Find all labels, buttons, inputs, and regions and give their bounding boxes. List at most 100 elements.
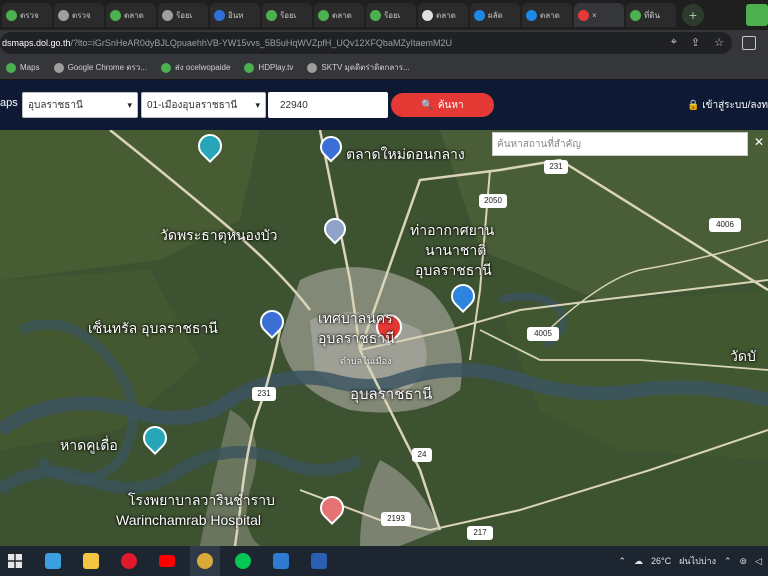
browser-tab[interactable]: ตรวจ bbox=[2, 3, 52, 27]
bookmark-label: HDPlay.tv bbox=[258, 63, 294, 72]
site-brand: aps bbox=[0, 97, 18, 109]
search-icon: 🔍 bbox=[421, 99, 434, 111]
bookmarks-bar: Maps Google Chrome ตรว... ส่ง ocelwopaide H… bbox=[0, 56, 768, 80]
place-label: ตลาดใหม่ดอนกลาง bbox=[346, 146, 465, 162]
bookmark-label: Maps bbox=[20, 63, 40, 72]
login-link[interactable]: 🔒 เข้าสู่ระบบ/ลงท bbox=[687, 98, 768, 113]
bookmark-label: ส่ง ocelwopaide bbox=[174, 63, 231, 72]
extension-tab-button[interactable] bbox=[746, 4, 768, 26]
postcode-input[interactable]: 22940 bbox=[268, 92, 388, 118]
browser-tab[interactable]: ตรวจ bbox=[54, 3, 104, 27]
tab-favicon-icon bbox=[266, 9, 277, 21]
search-button[interactable]: 🔍 ค้นหา bbox=[391, 93, 494, 117]
postcode-value: 22940 bbox=[280, 99, 308, 111]
tab-favicon-icon bbox=[110, 9, 121, 21]
word-icon[interactable] bbox=[304, 546, 334, 576]
browser-tab[interactable]: ตลาด bbox=[522, 3, 572, 27]
tab-favicon-icon bbox=[318, 9, 329, 21]
browser-tab[interactable]: ผลัด bbox=[470, 3, 520, 27]
bookmark-item[interactable]: HDPlay.tv bbox=[244, 62, 294, 73]
widgets-icon[interactable] bbox=[38, 546, 68, 576]
chevron-down-icon: ▾ bbox=[127, 100, 132, 110]
browser-tab[interactable]: ตลาด bbox=[106, 3, 156, 27]
start-icon[interactable] bbox=[0, 546, 30, 576]
youtube-icon[interactable] bbox=[152, 546, 182, 576]
tab-label: ตรวจ bbox=[20, 10, 39, 20]
province-select[interactable]: อุบลราชธานี ▾ bbox=[22, 92, 138, 118]
browser-tab[interactable]: ร้อยเ bbox=[262, 3, 312, 27]
weather-text: ฝนไปบ่าง bbox=[679, 556, 716, 566]
chevron-up-icon[interactable]: ⌃ bbox=[619, 556, 627, 567]
place-label: เซ็นทรัล อุบลราชธานี bbox=[88, 320, 218, 336]
tab-label: ตลาด bbox=[124, 10, 144, 20]
tab-favicon-icon bbox=[474, 9, 485, 21]
location-icon[interactable]: ⌖ bbox=[671, 36, 677, 49]
weather-icon[interactable]: ☁ bbox=[634, 556, 643, 567]
bookmark-star-icon[interactable]: ☆ bbox=[714, 36, 724, 49]
tab-label: อินท bbox=[228, 10, 244, 20]
chrome-icon[interactable] bbox=[190, 546, 220, 576]
place-label: Warinchamrab Hospital bbox=[116, 512, 261, 528]
extensions-icon[interactable] bbox=[742, 36, 756, 50]
tab-label: ตลาด bbox=[332, 10, 352, 20]
bookmark-label: Google Chrome ตรว... bbox=[67, 63, 147, 72]
line-icon[interactable] bbox=[228, 546, 258, 576]
tab-label: ตรวจ bbox=[72, 10, 91, 20]
bookmark-label: SKTV มุดดิตร่าดิตกลาร... bbox=[321, 63, 410, 72]
tab-favicon-icon bbox=[58, 9, 69, 21]
bookmark-item[interactable]: Google Chrome ตรว... bbox=[53, 61, 147, 74]
opera-icon[interactable] bbox=[114, 546, 144, 576]
photos-icon[interactable] bbox=[266, 546, 296, 576]
browser-tab[interactable]: ตลาด bbox=[418, 3, 468, 27]
tab-favicon-icon bbox=[422, 9, 433, 21]
temperature-text: 26°C bbox=[651, 556, 672, 566]
volume-icon[interactable]: ◁ bbox=[755, 556, 762, 567]
road-shield: 231 bbox=[544, 160, 568, 174]
road-shield: 2193 bbox=[381, 512, 411, 526]
place-label: เทศบาลนคร bbox=[318, 310, 393, 326]
district-select[interactable]: 01-เมืองอุบลราชธานี ▾ bbox=[141, 92, 266, 118]
browser-tab[interactable]: ร้อยเ bbox=[158, 3, 208, 27]
url-host: dsmaps.dol.go.th bbox=[2, 38, 71, 48]
browser-tab-strip: ตรวจ ตรวจ ตลาด ร้อยเ อินท ร้อยเ ตลาด ร้อยเ ตลาด ผ… bbox=[0, 0, 768, 30]
bookmark-item[interactable]: Maps bbox=[6, 62, 40, 73]
tab-favicon-icon bbox=[526, 9, 537, 21]
poi-search-input[interactable]: ค้นหาสถานที่สำคัญ bbox=[492, 132, 748, 156]
road-shield: 217 bbox=[467, 526, 493, 540]
tab-label: ร้อยเ bbox=[280, 10, 297, 20]
close-icon[interactable]: ✕ bbox=[754, 135, 764, 149]
road-shield: 2050 bbox=[479, 194, 507, 208]
place-label: อุบลราชธานี bbox=[415, 262, 492, 278]
tab-label: ร้อยเ bbox=[176, 10, 193, 20]
browser-tab[interactable]: อินท bbox=[210, 3, 260, 27]
browser-tab[interactable]: ร้อยเ bbox=[366, 3, 416, 27]
bookmark-favicon-icon bbox=[307, 62, 318, 73]
place-label: โรงพยาบาลวารินชำราบ bbox=[128, 492, 275, 508]
place-label: วัดพระธาตุหนองบัว bbox=[160, 227, 278, 243]
place-label: นานาชาติ bbox=[425, 242, 487, 258]
browser-tab[interactable]: × bbox=[574, 3, 624, 27]
place-label: อุบลราชธานี bbox=[318, 330, 395, 346]
tab-label: ที่ดิน bbox=[644, 10, 660, 20]
login-label: เข้าสู่ระบบ/ลงท bbox=[702, 100, 768, 111]
windows-taskbar: ⌃ ☁ 26°C ฝนไปบ่าง ⌃ ⊚ ◁ bbox=[0, 546, 768, 576]
province-select-value: อุบลราชธานี bbox=[28, 99, 83, 111]
file-explorer-icon[interactable] bbox=[76, 546, 106, 576]
road-shield: 4005 bbox=[527, 327, 559, 341]
browser-tab[interactable]: ที่ดิน bbox=[626, 3, 676, 27]
network-icon[interactable]: ⊚ bbox=[740, 556, 748, 567]
browser-tab[interactable]: ตลาด bbox=[314, 3, 364, 27]
tray-overflow-icon[interactable]: ⌃ bbox=[724, 556, 732, 567]
place-label: ตำบลในเมือง bbox=[340, 356, 392, 366]
tab-label: ตลาด bbox=[436, 10, 456, 20]
url-field[interactable]: dsmaps.dol.go.th /?lto=iGrSnHeAR0dyBJLQp… bbox=[0, 32, 732, 54]
satellite-map[interactable]: 231 2050 4006 4005 231 24 2193 217 ตลาดใ… bbox=[0, 130, 768, 546]
system-tray: ⌃ ☁ 26°C ฝนไปบ่าง ⌃ ⊚ ◁ bbox=[619, 546, 768, 576]
share-icon[interactable]: ⇪ bbox=[691, 36, 700, 49]
bookmark-item[interactable]: ส่ง ocelwopaide bbox=[160, 61, 231, 74]
map-site-header: aps อุบลราชธานี ▾ 01-เมืองอุบลราชธานี ▾ … bbox=[0, 80, 768, 130]
new-tab-button[interactable]: + bbox=[682, 4, 704, 26]
tab-label: ผลัด bbox=[488, 10, 503, 20]
road-shield: 231 bbox=[252, 387, 276, 401]
bookmark-item[interactable]: SKTV มุดดิตร่าดิตกลาร... bbox=[307, 61, 410, 74]
